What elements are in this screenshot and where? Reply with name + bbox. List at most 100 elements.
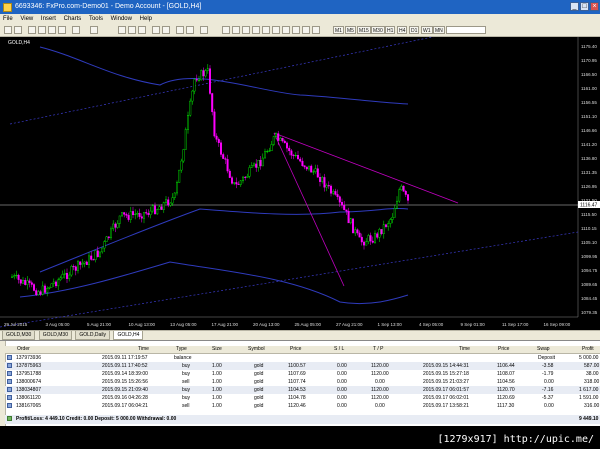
cell-profit: 316.00 bbox=[584, 403, 600, 409]
cursor-icon[interactable] bbox=[222, 26, 230, 34]
col-order[interactable]: Order bbox=[17, 346, 30, 353]
maximize-button[interactable]: □ bbox=[580, 2, 589, 11]
candle-body bbox=[371, 240, 374, 243]
text-icon[interactable] bbox=[292, 26, 300, 34]
candle-body bbox=[145, 212, 148, 214]
symbol-search-box[interactable] bbox=[446, 26, 486, 34]
col-symbol[interactable]: Symbol bbox=[248, 346, 265, 353]
cell-profit: 318.00 bbox=[584, 379, 600, 385]
candle-body bbox=[131, 211, 134, 216]
timeframe-h4[interactable]: H4 bbox=[397, 26, 408, 34]
history-row[interactable]: 138167065 2015.09.17 06:04:21 sell 1.00 … bbox=[5, 402, 600, 410]
navigator-icon[interactable] bbox=[48, 26, 56, 34]
time-axis-label: 10 Aug 13:00 bbox=[129, 322, 156, 327]
timeframe-m15[interactable]: M15 bbox=[357, 26, 371, 34]
price-axis-label: 1115.50 bbox=[581, 212, 597, 217]
history-row[interactable]: 137973936 2015.09.11 17:19:57 balance De… bbox=[5, 354, 600, 362]
col-price[interactable]: Price bbox=[290, 346, 301, 353]
candle-body bbox=[297, 154, 300, 160]
market-watch-icon[interactable] bbox=[28, 26, 36, 34]
timeframe-w1[interactable]: W1 bbox=[421, 26, 433, 34]
col-close-price[interactable]: Price bbox=[498, 346, 509, 353]
timeframe-d1[interactable]: D1 bbox=[409, 26, 420, 34]
zoom-in-icon[interactable] bbox=[152, 26, 160, 34]
new-chart-icon[interactable] bbox=[4, 26, 12, 34]
history-row[interactable]: 137951788 2015.09.14 18:39:00 buy 1.00 g… bbox=[5, 370, 600, 378]
col-profit[interactable]: Profit bbox=[582, 346, 594, 353]
chart-window[interactable]: 1175.40 1170.95 1166.50 1161.00 1156.55 1151.… bbox=[0, 37, 600, 330]
periods-icon[interactable] bbox=[200, 26, 208, 34]
fibonacci-icon[interactable] bbox=[282, 26, 290, 34]
label-icon[interactable] bbox=[302, 26, 310, 34]
indicators-icon[interactable] bbox=[186, 26, 194, 34]
candle-body bbox=[334, 191, 337, 195]
arrows-icon[interactable] bbox=[312, 26, 320, 34]
col-swap[interactable]: Swap bbox=[537, 346, 550, 353]
col-type[interactable]: Type bbox=[176, 346, 187, 353]
channel-icon[interactable] bbox=[272, 26, 280, 34]
candle-body bbox=[270, 144, 273, 152]
col-sl[interactable]: S / L bbox=[334, 346, 344, 353]
tile-windows-icon[interactable] bbox=[176, 26, 184, 34]
candle-body bbox=[349, 218, 352, 224]
menu-window[interactable]: Window bbox=[108, 14, 135, 24]
timeframe-m5[interactable]: M5 bbox=[345, 26, 356, 34]
horizontal-line-icon[interactable] bbox=[252, 26, 260, 34]
new-order-icon[interactable] bbox=[72, 26, 80, 34]
col-close-time[interactable]: Time bbox=[459, 346, 470, 353]
price-chart[interactable]: 1175.40 1170.95 1166.50 1161.00 1156.55 1151.… bbox=[0, 37, 600, 330]
menu-tools[interactable]: Tools bbox=[86, 14, 106, 24]
history-row[interactable]: 138061120 2015.09.16 04:26:28 buy 1.00 g… bbox=[5, 394, 600, 402]
cell-swap: Deposit bbox=[538, 355, 555, 361]
expert-advisors-icon[interactable] bbox=[90, 26, 98, 34]
cell-type: buy bbox=[182, 363, 191, 369]
cell-close-time: 2015.09.17 13:58:21 bbox=[423, 403, 469, 409]
menu-help[interactable]: Help bbox=[137, 14, 155, 24]
price-axis-label: 1166.50 bbox=[581, 72, 597, 77]
timeframe-h1[interactable]: H1 bbox=[385, 26, 396, 34]
price-axis-label: 1170.95 bbox=[581, 58, 597, 63]
candle-body bbox=[65, 272, 68, 279]
col-size[interactable]: Size bbox=[212, 346, 222, 353]
minimize-button[interactable]: _ bbox=[570, 2, 579, 11]
menu-charts[interactable]: Charts bbox=[61, 14, 85, 24]
timeframe-m1[interactable]: M1 bbox=[333, 26, 344, 34]
price-axis-label: 1126.95 bbox=[581, 184, 597, 189]
terminal-icon[interactable] bbox=[58, 26, 66, 34]
zoom-out-icon[interactable] bbox=[162, 26, 170, 34]
timeframe-mn[interactable]: MN bbox=[433, 26, 445, 34]
price-axis-label: 1110.15 bbox=[581, 226, 597, 231]
profiles-icon[interactable] bbox=[14, 26, 22, 34]
history-row[interactable]: 138000674 2015.09.15 15:26:56 sell 1.00 … bbox=[5, 378, 600, 386]
cell-order: 137875963 bbox=[16, 363, 42, 369]
chart-tab-gold-h4[interactable]: GOLD,H4 bbox=[113, 331, 144, 340]
bar-chart-icon[interactable] bbox=[118, 26, 126, 34]
menu-file[interactable]: File bbox=[0, 14, 16, 24]
chart-tab-gold-m30-2[interactable]: GOLD,M30 bbox=[38, 331, 72, 340]
menu-view[interactable]: View bbox=[17, 14, 36, 24]
chart-tab-gold-m30-1[interactable]: GOLD,M30 bbox=[2, 331, 36, 340]
cell-close-price: 1108.07 bbox=[497, 371, 515, 377]
history-row[interactable]: 137875963 2015.09.11 17:40:52 buy 1.00 g… bbox=[5, 362, 600, 370]
vertical-line-icon[interactable] bbox=[242, 26, 250, 34]
candle-body bbox=[305, 166, 308, 170]
candle-body bbox=[396, 200, 399, 209]
trendline-icon[interactable] bbox=[262, 26, 270, 34]
chart-tab-gold-daily[interactable]: GOLD,Daily bbox=[75, 331, 111, 340]
candle-body bbox=[310, 165, 313, 173]
history-row[interactable]: 138034807 2015.09.15 21:09:40 buy 1.00 g… bbox=[5, 386, 600, 394]
candlestick-icon[interactable] bbox=[128, 26, 136, 34]
cell-type: buy bbox=[182, 387, 191, 393]
menu-insert[interactable]: Insert bbox=[38, 14, 59, 24]
col-tp[interactable]: T / P bbox=[373, 346, 383, 353]
col-time[interactable]: Time bbox=[138, 346, 149, 353]
price-axis-label: 1084.45 bbox=[581, 296, 598, 301]
timeframe-m30[interactable]: M30 bbox=[371, 26, 385, 34]
close-button[interactable]: × bbox=[590, 2, 599, 11]
cell-tp: 1120.00 bbox=[371, 363, 389, 369]
line-chart-icon[interactable] bbox=[138, 26, 146, 34]
cell-profit: 1 591.00 bbox=[579, 395, 599, 401]
data-window-icon[interactable] bbox=[38, 26, 46, 34]
crosshair-icon[interactable] bbox=[232, 26, 240, 34]
candle-body bbox=[352, 218, 355, 234]
